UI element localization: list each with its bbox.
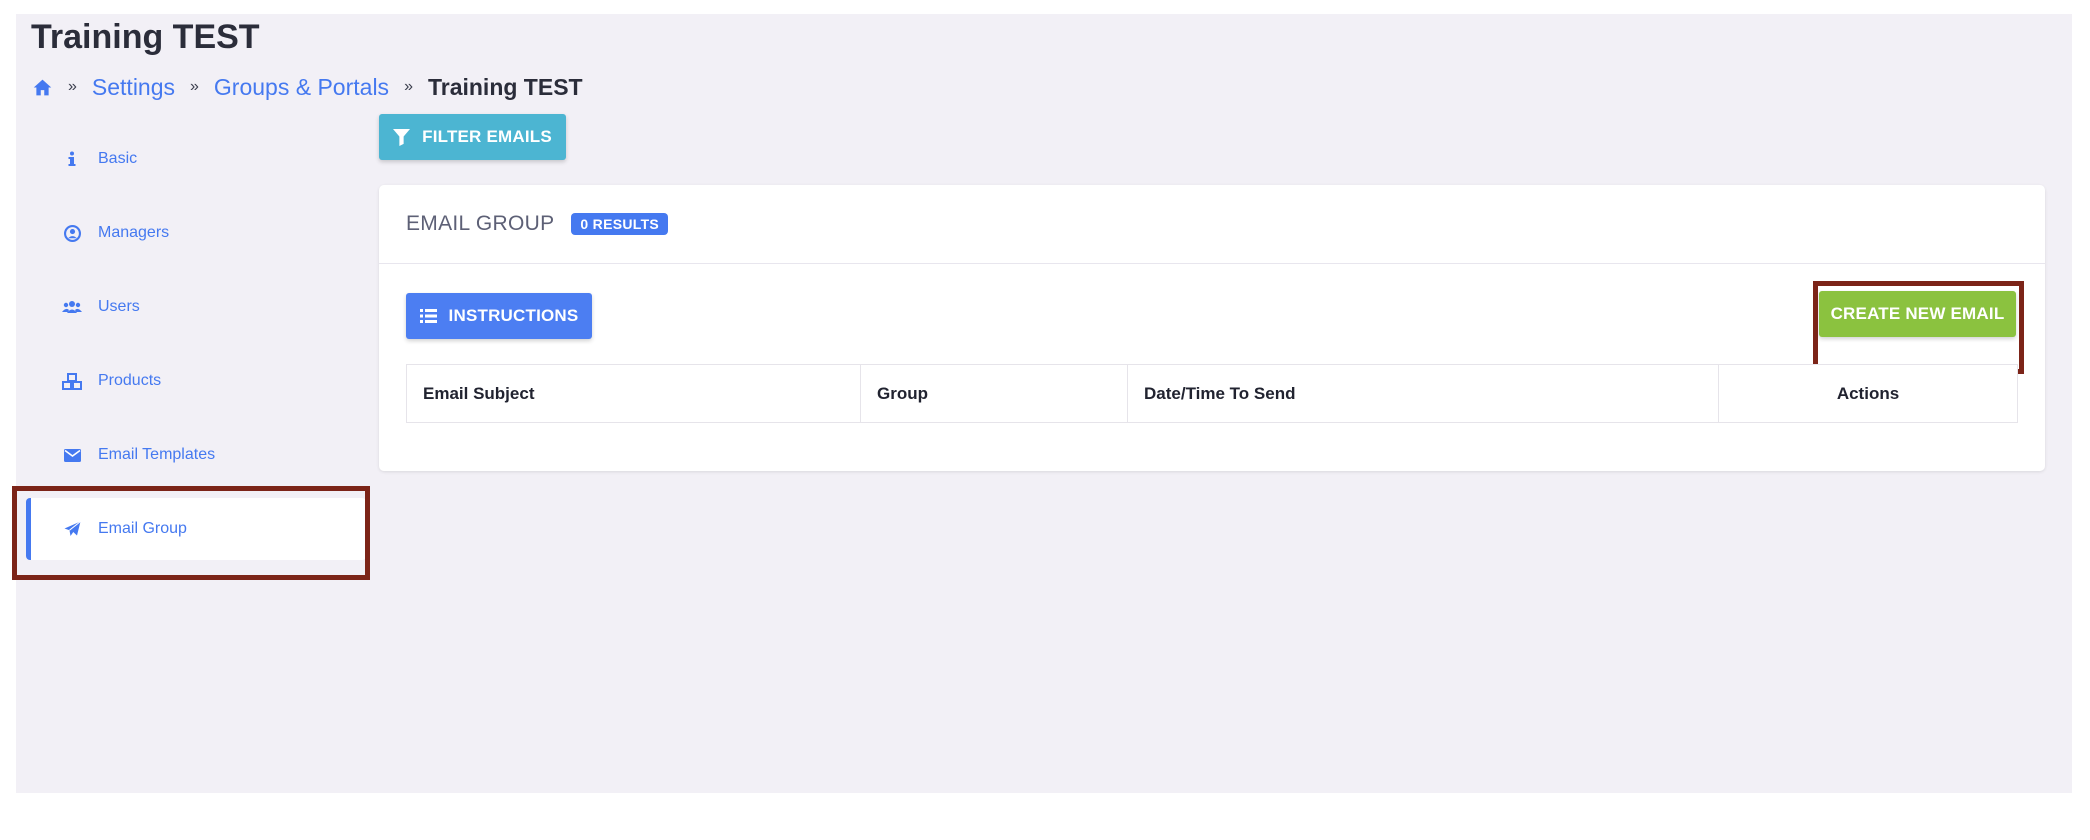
sidebar-item-managers[interactable]: Managers — [26, 202, 366, 264]
breadcrumb-separator: » — [68, 78, 77, 95]
filter-icon — [393, 128, 411, 146]
users-icon — [62, 299, 82, 315]
filter-emails-label: FILTER EMAILS — [422, 127, 552, 146]
filter-emails-button[interactable]: FILTER EMAILS — [379, 114, 566, 160]
card-header: EMAIL GROUP 0 RESULTS — [379, 185, 2045, 264]
breadcrumb-groups-portals-link[interactable]: Groups & Portals — [214, 74, 389, 101]
breadcrumb-settings-link[interactable]: Settings — [92, 74, 175, 101]
breadcrumb: » Settings » Groups & Portals » Training… — [32, 72, 583, 102]
sidebar-item-label: Products — [98, 372, 162, 389]
sidebar-item-email-templates[interactable]: Email Templates — [26, 424, 366, 486]
sidebar-item-products[interactable]: Products — [26, 350, 366, 412]
results-badge: 0 RESULTS — [571, 213, 669, 235]
card-title: EMAIL GROUP — [406, 212, 555, 235]
sidebar-item-users[interactable]: Users — [26, 276, 366, 338]
envelope-icon — [62, 448, 82, 462]
list-icon — [419, 309, 437, 323]
column-header-actions: Actions — [1718, 364, 2018, 423]
breadcrumb-current: Training TEST — [427, 73, 583, 100]
email-group-card: EMAIL GROUP 0 RESULTS — [379, 185, 2045, 471]
user-circle-icon — [62, 224, 82, 242]
breadcrumb-separator: » — [404, 78, 413, 95]
page-title: Training TEST — [31, 18, 260, 56]
cubes-icon — [62, 372, 82, 390]
column-header-email-subject[interactable]: Email Subject — [406, 364, 861, 423]
sidebar-item-label: Users — [98, 298, 140, 315]
info-icon — [62, 151, 82, 167]
home-icon[interactable] — [32, 77, 53, 98]
instructions-label: INSTRUCTIONS — [448, 306, 579, 325]
table-header-row: Email Subject Group Date/Time To Send Ac… — [406, 364, 2018, 423]
column-header-date-time-to-send[interactable]: Date/Time To Send — [1127, 364, 1719, 423]
sidebar-item-label: Basic — [98, 150, 138, 167]
highlight-box-sidebar — [12, 486, 370, 580]
highlight-box-create — [1813, 281, 2024, 374]
sidebar-item-label: Email Templates — [98, 446, 216, 463]
column-header-group[interactable]: Group — [860, 364, 1128, 423]
sidebar-item-basic[interactable]: Basic — [26, 128, 366, 190]
instructions-button[interactable]: INSTRUCTIONS — [406, 293, 592, 339]
breadcrumb-separator: » — [190, 78, 199, 95]
sidebar-item-label: Managers — [98, 224, 170, 241]
email-table: Email Subject Group Date/Time To Send Ac… — [406, 364, 2018, 423]
